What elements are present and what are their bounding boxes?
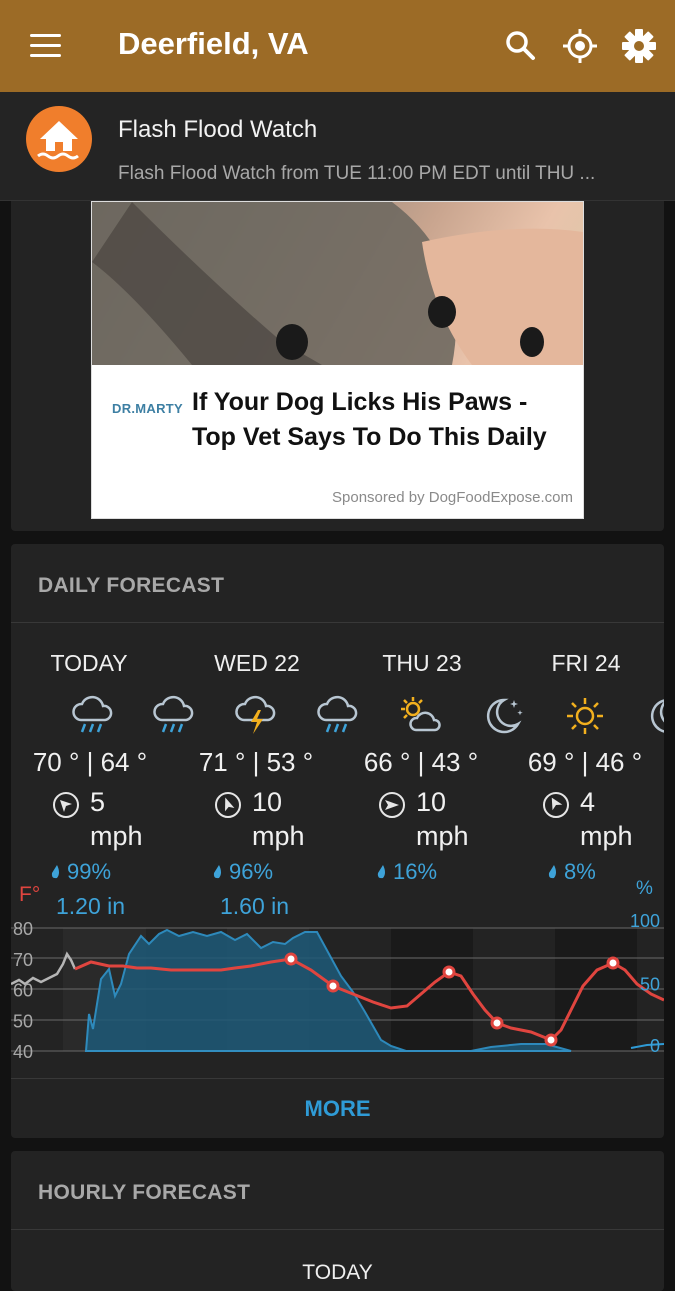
ad-sponsor: Sponsored by DogFoodExpose.com — [332, 489, 573, 506]
raindrop-icon — [51, 865, 59, 879]
flood-house-icon — [26, 106, 92, 172]
left-axis-tick: 70 — [13, 950, 33, 970]
left-axis-tick: 60 — [13, 981, 33, 1001]
left-axis-tick: 80 — [13, 919, 33, 939]
hourly-day-label: TODAY — [302, 1261, 373, 1284]
hourly-forecast-card: HOURLY FORECAST TODAY — [11, 1151, 664, 1291]
clear-night-icon — [650, 699, 664, 733]
wind-unit: mph — [580, 821, 633, 851]
more-button[interactable]: MORE — [11, 1096, 664, 1122]
right-axis-tick: 0 — [650, 1036, 660, 1056]
ad-card: DR.MARTY If Your Dog Licks His Paws - To… — [11, 201, 664, 531]
sunny-icon — [567, 698, 603, 734]
day-label: WED 22 — [214, 650, 300, 676]
daily-forecast-card: DAILY FORECAST TODAY WED 22 THU 23 FRI 2… — [11, 544, 664, 1138]
precip-chance: 99% — [51, 859, 111, 885]
divider — [11, 1229, 664, 1230]
right-axis-tick: 100 — [630, 914, 660, 931]
wind-direction-icon — [215, 792, 241, 818]
partly-cloudy-icon — [401, 697, 441, 732]
day-temps: 70 ° | 64 ° — [32, 747, 148, 777]
search-icon[interactable] — [501, 26, 541, 66]
temp-axis-label: F° — [19, 883, 41, 906]
precip-chance-value: 96% — [229, 859, 274, 884]
wind-unit: mph — [252, 821, 305, 851]
precip-chance-value: 99% — [67, 859, 112, 884]
precip-chance: 96% — [213, 859, 273, 885]
alert-title: Flash Flood Watch — [118, 116, 318, 143]
location-title[interactable]: Deerfield, VA — [118, 26, 309, 62]
day-label: FRI 24 — [551, 650, 621, 676]
weather-alert[interactable]: Flash Flood Watch Flash Flood Watch from… — [0, 92, 675, 201]
temp-point — [284, 952, 298, 966]
day-label: THU 23 — [382, 650, 462, 676]
day-label: TODAY — [50, 650, 128, 676]
clear-night-icon — [486, 698, 523, 734]
day-temps: 66 ° | 43 ° — [363, 747, 479, 777]
daily-section-title: DAILY FORECAST — [38, 574, 225, 597]
temp-point — [442, 965, 456, 979]
alert-detail: Flash Flood Watch from TUE 11:00 PM EDT … — [118, 163, 596, 184]
wind-unit: mph — [416, 821, 469, 851]
precip-axis-label: % — [636, 878, 653, 899]
temp-point — [326, 979, 340, 993]
left-axis-tick: 40 — [13, 1042, 33, 1062]
precip-chance-value: 16% — [393, 859, 438, 884]
wind-direction-icon — [379, 792, 405, 818]
temp-point — [544, 1033, 558, 1047]
right-axis-tick: 50 — [640, 975, 660, 995]
precip-chance: 16% — [377, 859, 437, 885]
rain-icon — [317, 695, 358, 733]
precip-chance-value: 8% — [564, 859, 596, 884]
raindrop-icon — [548, 865, 556, 879]
app-bar: Deerfield, VA — [0, 0, 675, 92]
temp-point — [606, 956, 620, 970]
raindrop-icon — [213, 865, 221, 879]
precip-chance: 8% — [548, 859, 596, 885]
ad-image — [92, 202, 583, 365]
wind-speed: 10 — [252, 787, 283, 817]
wind-unit: mph — [90, 821, 143, 851]
sponsored-ad[interactable]: DR.MARTY If Your Dog Licks His Paws - To… — [91, 201, 584, 519]
wind-direction-icon — [53, 792, 79, 818]
forecast-chart: 80 70 60 50 40 100 50 0 — [11, 914, 664, 1062]
ad-brand: DR.MARTY — [112, 401, 184, 416]
locate-icon[interactable] — [560, 26, 600, 66]
wind-direction-icon — [543, 792, 569, 818]
day-temps: 71 ° | 53 ° — [198, 747, 314, 777]
left-axis-ticks: 80 70 60 50 40 — [13, 919, 33, 1062]
hourly-section-title: HOURLY FORECAST — [38, 1181, 251, 1204]
wind-speed: 10 — [416, 787, 447, 817]
rain-icon — [72, 695, 113, 733]
settings-icon[interactable] — [619, 26, 659, 66]
wind-speed: 4 — [580, 787, 596, 817]
left-axis-tick: 50 — [13, 1011, 33, 1031]
thunderstorm-icon — [235, 695, 276, 734]
raindrop-icon — [377, 865, 385, 879]
menu-icon[interactable] — [26, 30, 66, 62]
divider — [11, 1078, 664, 1079]
rain-icon — [153, 695, 194, 733]
divider — [11, 622, 664, 623]
ad-headline[interactable]: If Your Dog Licks His Paws - Top Vet Say… — [192, 385, 572, 455]
wind-speed: 5 — [90, 787, 106, 817]
temp-point — [490, 1016, 504, 1030]
day-temps: 69 ° | 46 ° — [527, 747, 643, 777]
